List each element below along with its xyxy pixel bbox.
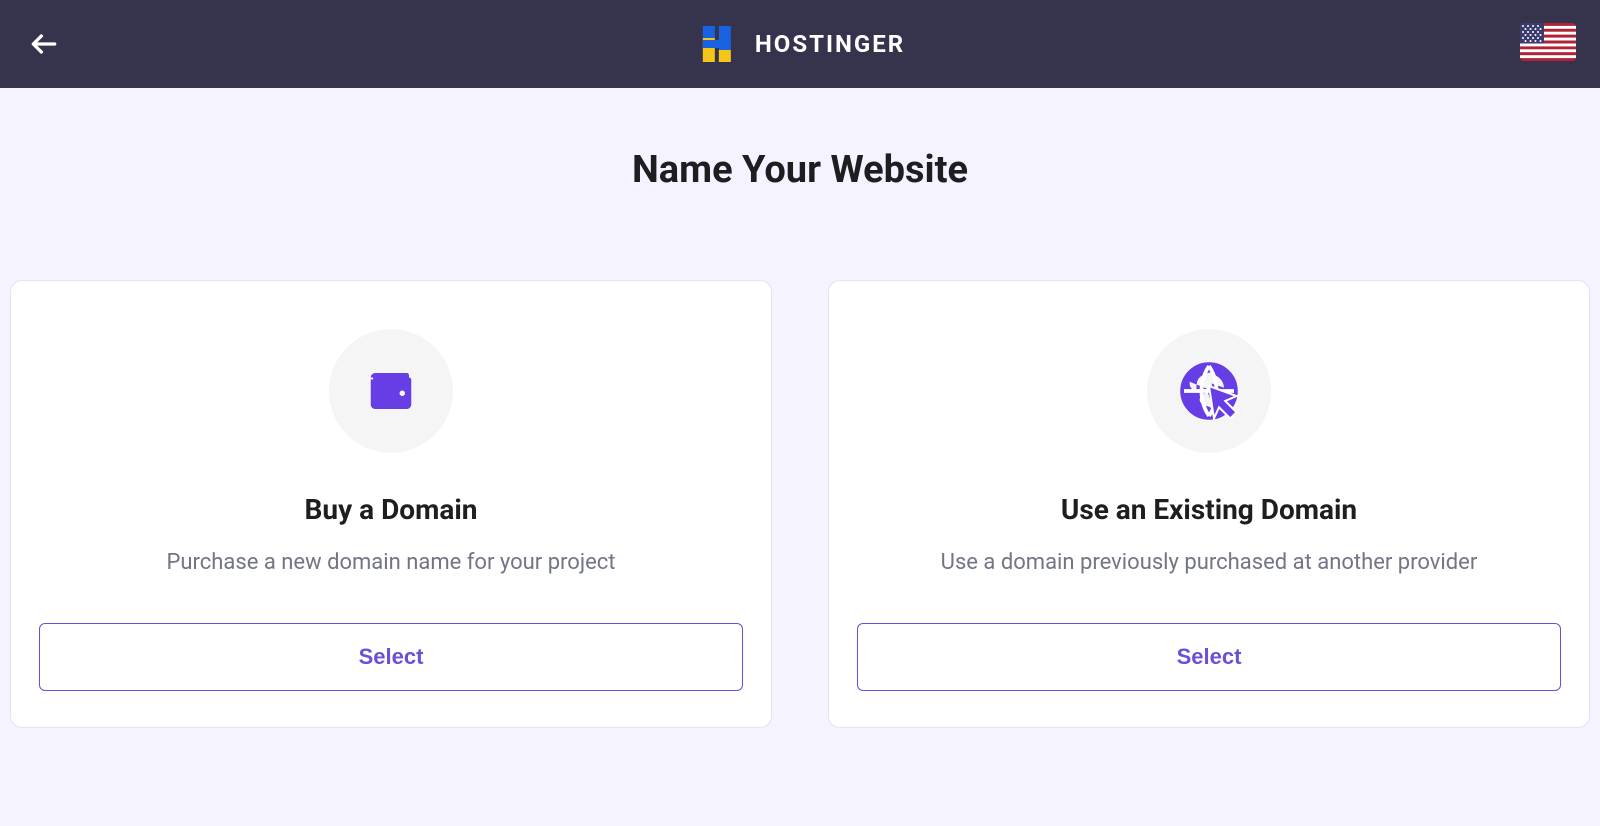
card-icon-circle: [329, 329, 453, 453]
card-title: Use an Existing Domain: [1061, 493, 1357, 526]
us-flag-icon: [1520, 23, 1576, 61]
card-title: Buy a Domain: [305, 493, 478, 526]
page-title: Name Your Website: [8, 148, 1592, 192]
card-description: Purchase a new domain name for your proj…: [167, 550, 616, 575]
cards-container: Buy a Domain Purchase a new domain name …: [8, 280, 1592, 728]
buy-domain-card: Buy a Domain Purchase a new domain name …: [10, 280, 772, 728]
existing-domain-card: Use an Existing Domain Use a domain prev…: [828, 280, 1590, 728]
select-buy-domain-button[interactable]: Select: [39, 623, 743, 691]
back-arrow-icon: [28, 28, 60, 60]
wallet-icon: [364, 364, 418, 418]
card-icon-circle: [1147, 329, 1271, 453]
locale-selector[interactable]: [1520, 23, 1576, 65]
header: HOSTINGER: [0, 0, 1600, 88]
back-button[interactable]: [24, 24, 64, 64]
brand-name: HOSTINGER: [755, 30, 905, 58]
main-content: Name Your Website Buy a Domain Purchase …: [0, 88, 1600, 728]
card-description: Use a domain previously purchased at ano…: [941, 550, 1478, 575]
globe-cursor-icon: [1179, 361, 1239, 421]
logo: HOSTINGER: [695, 22, 905, 66]
select-existing-domain-button[interactable]: Select: [857, 623, 1561, 691]
hostinger-logo-icon: [695, 22, 739, 66]
